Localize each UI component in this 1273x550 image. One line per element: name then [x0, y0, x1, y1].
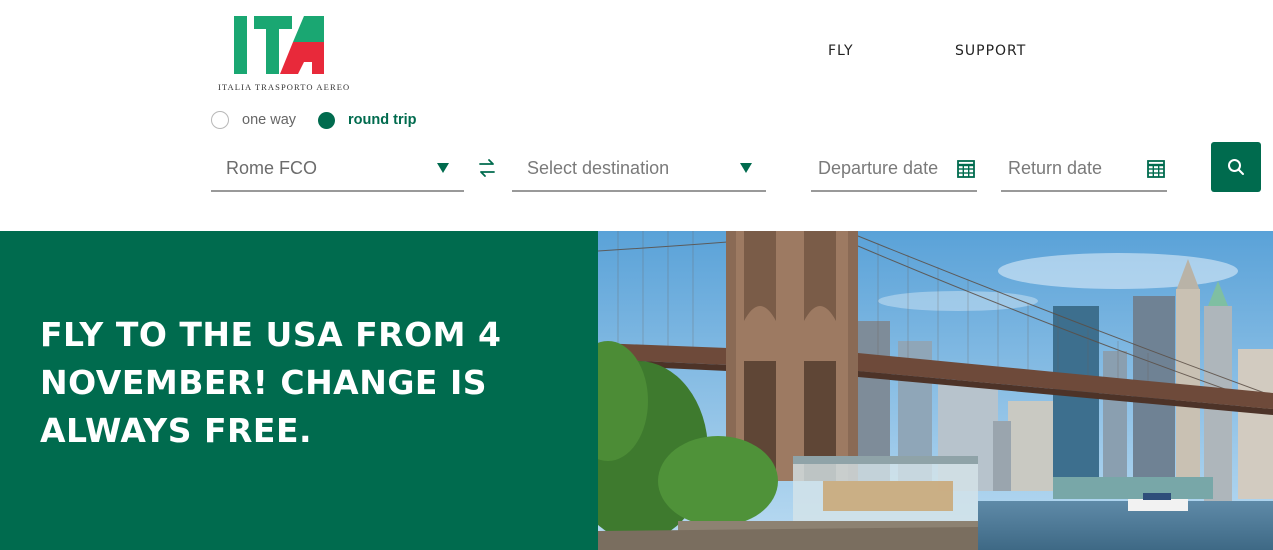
ita-logo-mark	[234, 16, 324, 74]
destination-placeholder: Select destination	[527, 158, 670, 178]
one-way-radio[interactable]	[211, 111, 229, 129]
ita-logo[interactable]: ITALIA TRASPORTO AEREO	[214, 12, 349, 94]
round-trip-option[interactable]: round trip	[318, 111, 417, 129]
hero-title: FLY TO THE USA FROM 4 NOVEMBER! CHANGE I…	[40, 315, 502, 450]
nav-fly[interactable]: FLY	[828, 43, 854, 59]
origin-select[interactable]: Rome FCO	[211, 146, 464, 192]
chevron-down-icon	[740, 163, 752, 173]
chevron-down-icon	[437, 163, 449, 173]
destination-select[interactable]: Select destination	[512, 146, 766, 192]
hero-image-brooklyn-bridge	[598, 231, 1273, 550]
calendar-icon[interactable]	[957, 160, 975, 178]
search-icon	[1228, 159, 1244, 175]
round-trip-radio[interactable]	[318, 111, 336, 129]
hero-banner[interactable]: FLY TO THE USA FROM 4 NOVEMBER! CHANGE I…	[0, 231, 1273, 550]
hero-text-panel: FLY TO THE USA FROM 4 NOVEMBER! CHANGE I…	[0, 231, 598, 550]
return-date-field[interactable]: Return date	[1001, 146, 1167, 192]
departure-date-placeholder: Departure date	[818, 158, 939, 178]
search-button[interactable]	[1211, 142, 1261, 192]
nav-support[interactable]: SUPPORT	[955, 43, 1026, 59]
departure-date-field[interactable]: Departure date	[811, 146, 977, 192]
one-way-label: one way	[242, 112, 297, 128]
one-way-option[interactable]: one way	[211, 111, 296, 129]
trip-type-selector: one way round trip	[211, 111, 438, 129]
round-trip-label: round trip	[348, 112, 417, 128]
return-date-placeholder: Return date	[1008, 158, 1103, 178]
logo-tagline: ITALIA TRASPORTO AEREO	[218, 82, 351, 92]
calendar-icon[interactable]	[1147, 160, 1165, 178]
swap-arrows-icon[interactable]	[478, 156, 496, 180]
origin-value: Rome FCO	[226, 158, 318, 178]
